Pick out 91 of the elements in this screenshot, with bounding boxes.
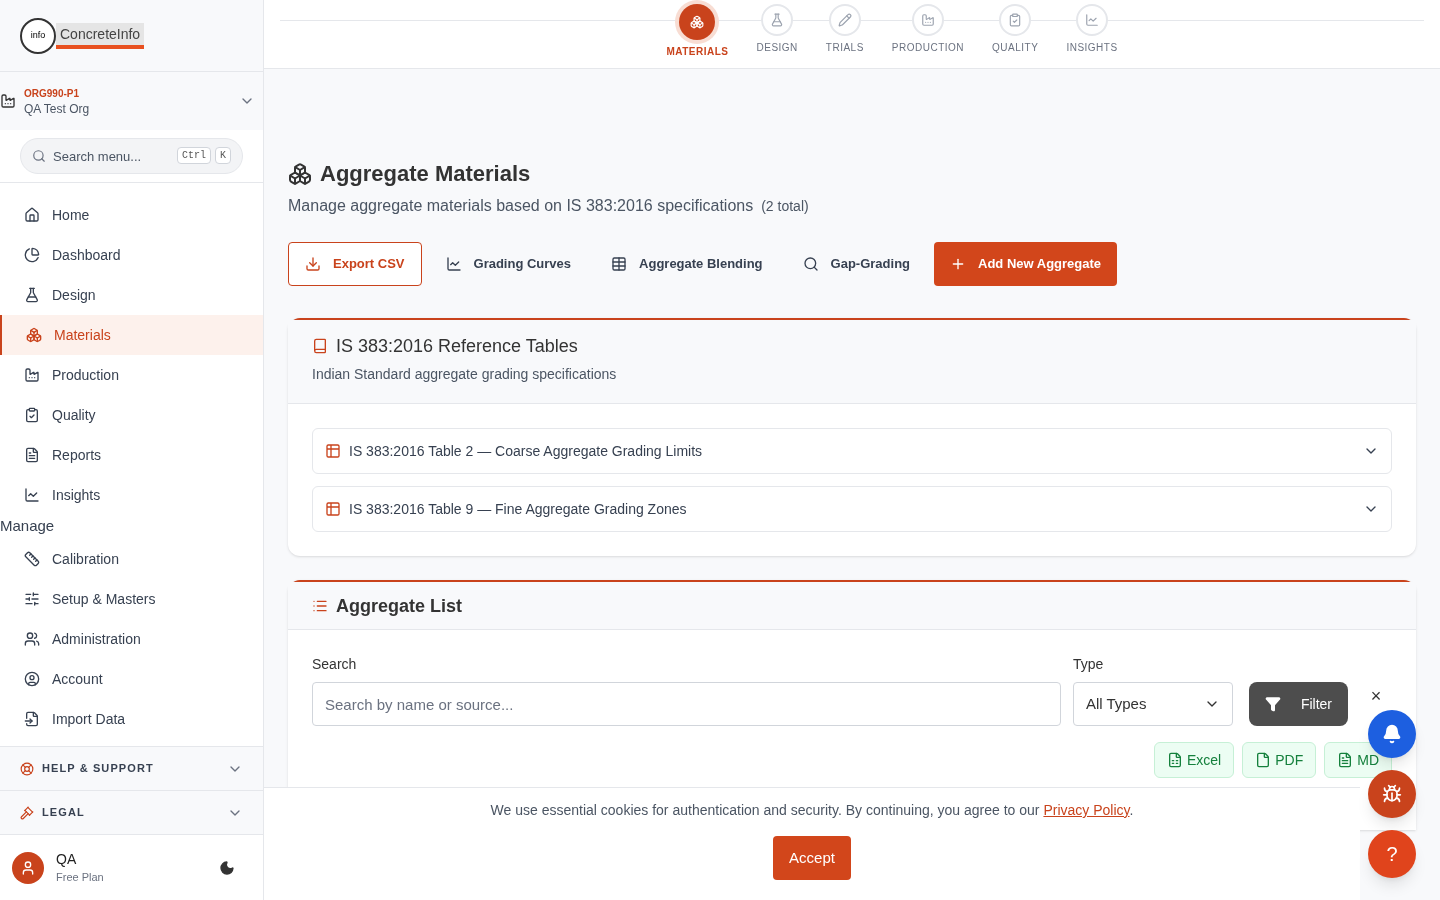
search-field[interactable]: Search by name or source... — [312, 682, 1061, 726]
accordion-item[interactable]: IS 383:2016 Table 9 — Fine Aggregate Grading Zones — [312, 486, 1392, 532]
card-title: Aggregate List — [336, 594, 463, 618]
spreadsheet-icon — [1167, 752, 1183, 768]
page-title: Aggregate Materials — [320, 160, 531, 188]
export-button[interactable]: PDF — [1242, 742, 1317, 778]
home-icon — [24, 207, 40, 223]
sidebar-item[interactable]: Calibration — [0, 539, 263, 579]
gavel-icon — [20, 805, 34, 820]
download-icon — [305, 256, 321, 272]
grid-icon — [611, 256, 628, 272]
section-heading: Manage — [0, 516, 56, 536]
factory-icon — [24, 367, 40, 383]
sidebar-item[interactable]: Dashboard — [0, 235, 263, 275]
action-button[interactable]: Grading Curves — [429, 242, 588, 286]
file-icon — [1255, 752, 1272, 768]
filter-icon — [1264, 696, 1281, 712]
sidebar-item[interactable]: Reports — [0, 435, 263, 475]
document-icon — [1337, 752, 1354, 768]
flask-icon — [24, 287, 40, 303]
card-subtitle: Indian Standard aggregate grading specifications — [312, 365, 618, 384]
users-icon — [24, 631, 40, 647]
sidebar-item[interactable]: Production — [0, 355, 263, 395]
page-subtitle: Manage aggregate materials based on IS 383:2016 specifications — [288, 196, 754, 216]
bell-icon — [1382, 724, 1402, 744]
moon-icon[interactable] — [219, 859, 235, 876]
search-icon — [802, 256, 819, 272]
filter-button[interactable]: Filter — [1248, 682, 1348, 726]
type-select[interactable]: All Types — [1072, 682, 1233, 726]
sliders-icon — [24, 591, 40, 607]
sidebar-item[interactable]: Import Data — [0, 699, 263, 739]
sidebar-item[interactable]: Administration — [0, 619, 263, 659]
action-button[interactable]: Add New Aggregate — [934, 242, 1118, 286]
boxes-icon — [26, 327, 42, 343]
factory-icon — [0, 93, 16, 109]
line-chart-icon — [24, 487, 40, 503]
card-title: IS 383:2016 Reference Tables — [336, 335, 578, 358]
search-icon — [32, 149, 46, 163]
logo-mark: info — [20, 17, 56, 54]
pie-chart-icon — [24, 247, 40, 263]
step-tab[interactable]: QUALITY — [992, 4, 1039, 68]
field-label: Search — [312, 655, 358, 674]
boxes-icon — [690, 15, 705, 29]
user-icon — [20, 859, 36, 876]
export-button[interactable]: Excel — [1154, 742, 1235, 778]
brand-name: ConcreteInfo — [56, 22, 145, 49]
key-hint: Ctrl — [176, 147, 211, 164]
factory-icon — [920, 13, 935, 27]
total-count: (2 total) — [761, 197, 809, 216]
clipboard-icon — [24, 407, 40, 423]
action-button[interactable]: Export CSV — [288, 242, 422, 286]
clear-button[interactable]: × — [1360, 674, 1392, 718]
flask-icon — [770, 13, 785, 27]
step-tab[interactable]: DESIGN — [756, 4, 798, 68]
file-import-icon — [24, 711, 40, 727]
cookie-message: We use essential cookies for authentication and security. By continuing, you agree to our Privacy Policy. — [490, 801, 1134, 820]
help-button[interactable]: ? — [1368, 830, 1416, 878]
sidebar-item[interactable]: Setup & Masters — [0, 579, 263, 619]
action-button[interactable]: Aggregate Blending — [595, 242, 779, 286]
step-tab[interactable]: PRODUCTION — [891, 4, 965, 68]
table-icon — [325, 443, 341, 459]
step-tab[interactable]: MATERIALS — [666, 4, 729, 68]
line-chart-icon — [1085, 13, 1099, 27]
step-tab[interactable]: INSIGHTS — [1066, 4, 1118, 68]
org-selector[interactable]: ORG990-P1 QA Test Org — [0, 72, 263, 130]
boxes-icon — [288, 161, 312, 186]
accept-button[interactable]: Accept — [773, 836, 851, 880]
collapsible-section[interactable]: HELP & SUPPORT — [0, 746, 263, 790]
sidebar-item[interactable]: Materials — [0, 315, 263, 355]
field-label: Type — [1072, 655, 1105, 674]
sidebar-item[interactable]: Account — [0, 659, 263, 699]
plus-icon — [950, 256, 966, 272]
book-icon — [312, 338, 328, 354]
sidebar-item[interactable]: Quality — [0, 395, 263, 435]
lifebuoy-icon — [20, 761, 34, 776]
sidebar-item[interactable]: Home — [0, 195, 263, 235]
privacy-link[interactable]: Privacy Policy — [1043, 802, 1130, 818]
pencil-icon — [837, 13, 852, 27]
table-icon — [325, 501, 341, 517]
line-chart-icon — [445, 256, 462, 272]
clipboard-icon — [1008, 13, 1023, 27]
action-button[interactable]: Gap-Grading — [786, 242, 926, 286]
accordion-item[interactable]: IS 383:2016 Table 2 — Coarse Aggregate Grading Limits — [312, 428, 1392, 474]
document-icon — [24, 447, 40, 463]
user-circle-icon — [24, 671, 40, 687]
step-tab[interactable]: TRIALS — [825, 4, 864, 68]
collapsible-section[interactable]: LEGAL — [0, 790, 263, 834]
bug-icon — [1382, 784, 1402, 804]
ruler-icon — [24, 551, 40, 567]
sidebar-item[interactable]: Design — [0, 275, 263, 315]
sidebar-item[interactable]: Insights — [0, 475, 263, 515]
